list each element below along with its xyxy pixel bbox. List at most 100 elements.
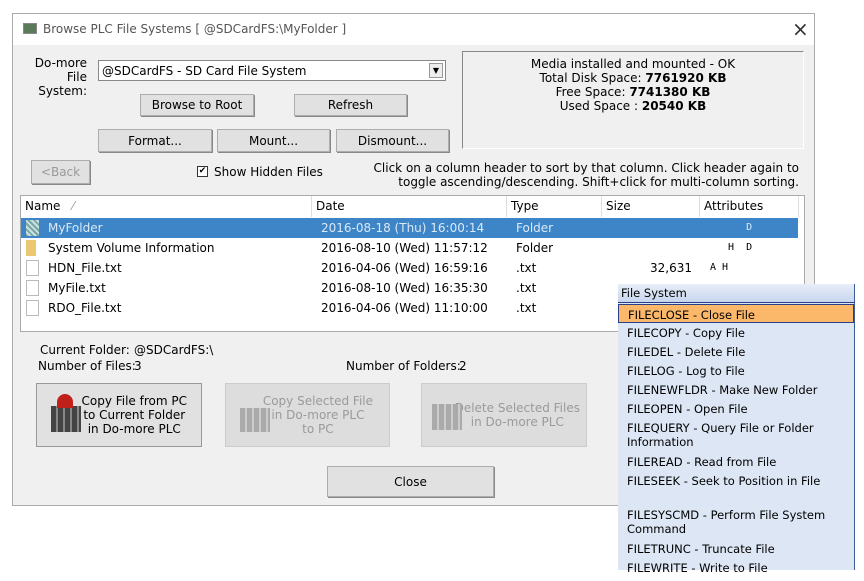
sort-hint: Click on a column header to sort by that… (374, 161, 799, 189)
file-system-select[interactable]: @SDCardFS - SD Card File System ▼ (98, 60, 446, 81)
label-line: in Do-more PLC (87, 422, 181, 436)
table-row[interactable]: MyFolder 2016-08-18 (Thu) 16:00:14 Folder … (21, 218, 798, 238)
total-label: Total Disk Space: (539, 71, 646, 85)
label-line: Copy File from PC (81, 394, 187, 408)
media-status: Media installed and mounted - OK (530, 57, 736, 71)
cell-name: System Volume Information (48, 241, 215, 255)
num-folders-label: Number of Folders: (346, 359, 461, 373)
popup-menu-item[interactable]: FILECLOSE - Close File (618, 304, 854, 323)
cell-attributes: H D (710, 242, 753, 253)
show-hidden-checkbox[interactable]: ✔ (197, 166, 208, 177)
popup-menu-item[interactable]: FILEQUERY - Query File or Folder Informa… (627, 421, 852, 449)
cell-date: 2016-08-10 (Wed) 11:57:12 (321, 241, 488, 255)
popup-header: File System (618, 284, 854, 303)
file-icon (26, 300, 39, 316)
sort-hint-line2: toggle ascending/descending. Shift+click… (398, 175, 799, 189)
file-icon (26, 280, 39, 296)
label-line: in Do-more PLC (470, 415, 564, 429)
num-files-value: 3 (134, 359, 142, 373)
fs-label-line1: Do-more (34, 56, 87, 70)
current-folder-label: Current Folder: (40, 343, 130, 357)
label-line: Copy Selected File (262, 394, 373, 408)
show-hidden-label[interactable]: Show Hidden Files (214, 165, 323, 179)
popup-menu-item[interactable]: FILENEWFLDR - Make New Folder (627, 383, 852, 397)
mount-button[interactable]: Mount... (217, 129, 330, 152)
cell-type: .txt (516, 281, 537, 295)
cell-date: 2016-08-18 (Thu) 16:00:14 (321, 221, 485, 235)
popup-menu-item[interactable]: FILESYSCMD - Perform File System Command (627, 508, 852, 536)
back-button[interactable]: <Back (31, 160, 90, 184)
cell-date: 2016-04-06 (Wed) 16:59:16 (321, 261, 488, 275)
cell-type: .txt (516, 261, 537, 275)
cell-name: MyFolder (48, 221, 103, 235)
column-header-attributes[interactable]: Attributes (700, 196, 799, 217)
column-header-type[interactable]: Type (507, 196, 602, 217)
cell-attributes: D (710, 222, 753, 233)
cell-date: 2016-08-10 (Wed) 16:35:30 (321, 281, 488, 295)
num-folders-value: 2 (459, 359, 467, 373)
free-label: Free Space: (555, 85, 630, 99)
plc-download-icon (240, 408, 270, 432)
column-header-name[interactable]: Name ⁄ (21, 196, 312, 217)
fs-label: Do-more File System: (21, 56, 87, 98)
dismount-button[interactable]: Dismount... (336, 129, 449, 152)
plc-upload-icon (51, 394, 81, 432)
cell-type: .txt (516, 301, 537, 315)
table-row[interactable]: HDN_File.txt 2016-04-06 (Wed) 16:59:16 .tx… (21, 258, 798, 278)
copy-from-pc-button[interactable]: Copy File from PC to Current Folder in Do-… (36, 383, 202, 447)
popup-menu-item[interactable]: FILELOG - Log to File (627, 364, 852, 378)
media-info-panel: Media installed and mounted - OK Total D… (462, 51, 804, 149)
file-icon (26, 260, 39, 276)
cell-type: Folder (516, 241, 554, 255)
instruction-popup: File System FILECLOSE - Close File FILECO… (618, 284, 855, 575)
used-label: Used Space : (559, 99, 642, 113)
num-files-label: Number of Files: (38, 359, 136, 373)
cell-type: Folder (516, 221, 554, 235)
file-system-select-value: @SDCardFS - SD Card File System (102, 64, 307, 78)
copy-from-pc-label: Copy File from PC to Current Folder in Do-… (81, 394, 187, 436)
used-space: Used Space : 20540 KB (463, 99, 803, 113)
close-icon[interactable]: × (792, 17, 809, 41)
popup-menu-item[interactable]: FILEDEL - Delete File (627, 345, 852, 359)
label-line: in Do-more PLC (271, 408, 365, 422)
free-space: Free Space: 7741380 KB (463, 85, 803, 99)
popup-menu-item[interactable]: FILETRUNC - Truncate File (627, 542, 852, 556)
sort-hint-line1: Click on a column header to sort by that… (373, 161, 799, 175)
chevron-down-icon[interactable]: ▼ (429, 63, 443, 78)
label-line: Delete Selected Files (454, 401, 580, 415)
refresh-button[interactable]: Refresh (294, 94, 407, 116)
title-bar: Browse PLC File Systems [ @SDCardFS:\MyF… (13, 14, 814, 45)
cell-name: RDO_File.txt (48, 301, 122, 315)
delete-files-button[interactable]: Delete Selected Files in Do-more PLC (421, 383, 587, 447)
popup-menu-item[interactable]: FILEOPEN - Open File (627, 402, 852, 416)
format-button[interactable]: Format... (98, 129, 212, 152)
popup-menu-item[interactable]: FILEREAD - Read from File (627, 455, 852, 469)
cell-attributes: A H (710, 262, 729, 273)
browse-to-root-button[interactable]: Browse to Root (140, 94, 254, 116)
label-line: to Current Folder (83, 408, 186, 422)
sort-indicator-icon: ⁄ (72, 199, 75, 213)
current-folder-value: @SDCardFS:\ (134, 343, 214, 357)
plc-delete-icon (432, 404, 462, 430)
used-value: 20540 KB (641, 99, 707, 113)
app-icon (23, 23, 37, 34)
folder-icon (26, 220, 39, 236)
popup-menu-item[interactable]: FILECOPY - Copy File (627, 326, 852, 340)
column-header-date[interactable]: Date (312, 196, 507, 217)
copy-to-pc-label: Copy Selected File in Do-more PLC to PC (263, 394, 373, 436)
window-title: Browse PLC File Systems [ @SDCardFS:\MyF… (43, 22, 347, 36)
cell-size: 32,631 (650, 261, 692, 275)
header-label: Name (25, 199, 61, 213)
cell-name: MyFile.txt (48, 281, 106, 295)
folder-icon (26, 240, 36, 256)
label-line: to PC (302, 422, 334, 436)
popup-menu-item[interactable]: FILESEEK - Seek to Position in File (627, 474, 852, 488)
copy-to-pc-button[interactable]: Copy Selected File in Do-more PLC to PC (225, 383, 390, 447)
popup-menu-item[interactable]: FILEWRITE - Write to File (627, 561, 852, 575)
cell-date: 2016-04-06 (Wed) 11:10:00 (321, 301, 488, 315)
column-header-size[interactable]: Size (602, 196, 700, 217)
table-row[interactable]: System Volume Information 2016-08-10 (Wed… (21, 238, 798, 258)
fs-label-line2: File System: (38, 70, 87, 98)
delete-files-label: Delete Selected Files in Do-more PLC (455, 401, 580, 429)
close-button[interactable]: Close (327, 466, 494, 497)
